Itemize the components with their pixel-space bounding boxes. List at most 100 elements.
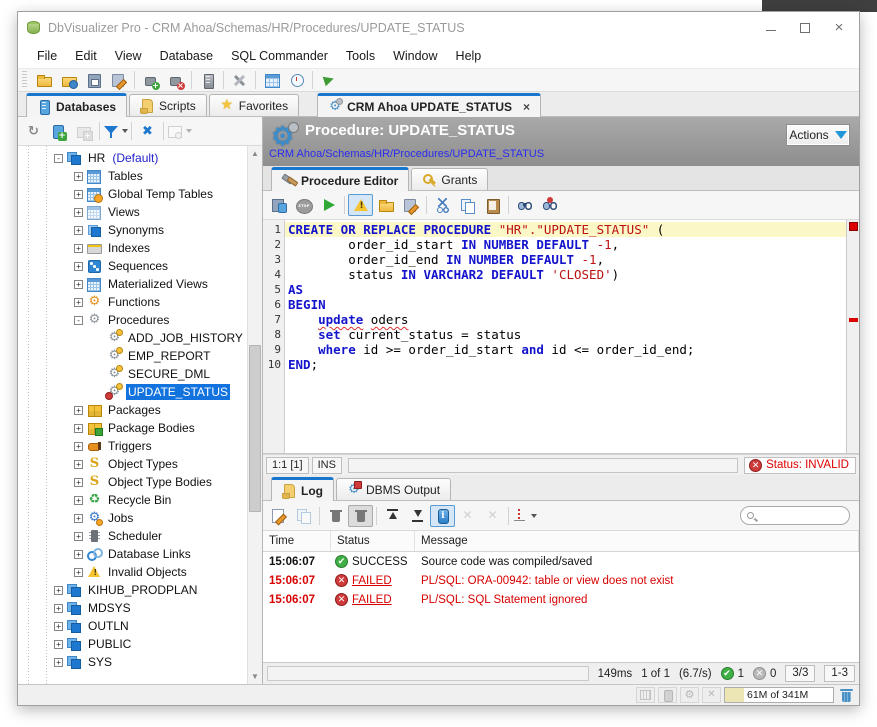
close-tab-icon[interactable]: ×	[523, 100, 530, 114]
code-line-2[interactable]: 2 order_id_start IN NUMBER DEFAULT -1,	[263, 237, 846, 252]
collapse-toggle[interactable]: -	[74, 316, 83, 325]
tree-item-mdsys[interactable]: +MDSYS	[18, 599, 247, 617]
preview-button[interactable]	[167, 120, 192, 142]
grid-blue-button[interactable]	[259, 69, 284, 91]
tree-item-update-status[interactable]: ⚙UPDATE_STATUS	[18, 383, 247, 401]
garbage-collect-icon[interactable]	[840, 688, 854, 703]
folder-gear-button[interactable]	[56, 69, 81, 91]
pointer-button[interactable]	[316, 69, 341, 91]
tree-item-object-types[interactable]: +SObject Types	[18, 455, 247, 473]
scroll-bottom-button[interactable]	[405, 505, 430, 527]
export-button[interactable]	[266, 505, 291, 527]
code-line-6[interactable]: 6 BEGIN	[263, 297, 846, 312]
expand-toggle[interactable]: +	[54, 640, 63, 649]
toolbar-grip[interactable]	[22, 71, 27, 89]
column-time[interactable]: Time	[263, 531, 331, 551]
tree-item-scheduler[interactable]: +Scheduler	[18, 527, 247, 545]
expand-toggle[interactable]: +	[74, 424, 83, 433]
find-button[interactable]	[512, 194, 537, 216]
expand-toggle[interactable]: +	[74, 406, 83, 415]
expand-toggle[interactable]: +	[74, 262, 83, 271]
tools-button[interactable]	[227, 69, 252, 91]
refresh-button[interactable]: ↻	[21, 120, 46, 142]
tree-item-indexes[interactable]: +Indexes	[18, 239, 247, 257]
tab-dbms-output[interactable]: ⚙ DBMS Output	[336, 478, 451, 500]
save-as-button[interactable]	[398, 194, 423, 216]
menu-edit[interactable]: Edit	[66, 46, 106, 66]
expand-toggle[interactable]: +	[54, 604, 63, 613]
maximize-button[interactable]	[799, 22, 811, 34]
tree-item-invalid-objects[interactable]: +Invalid Objects	[18, 563, 247, 581]
expand-toggle[interactable]: +	[74, 550, 83, 559]
tree-item-hr[interactable]: -HR(Default)	[18, 149, 247, 167]
scroll-top-button[interactable]	[380, 505, 405, 527]
tree-item-package-bodies[interactable]: +Package Bodies	[18, 419, 247, 437]
tree-item-public[interactable]: +PUBLIC	[18, 635, 247, 653]
expand-toggle[interactable]: +	[74, 172, 83, 181]
code-line-5[interactable]: 5 AS	[263, 282, 846, 297]
columns-button[interactable]	[512, 505, 537, 527]
folder-open-button[interactable]	[373, 194, 398, 216]
log-row[interactable]: 15:06:07 ✔SUCCESS Source code was compil…	[263, 552, 859, 571]
menu-help[interactable]: Help	[447, 46, 491, 66]
expand-toggle[interactable]: +	[74, 568, 83, 577]
tree-item-functions[interactable]: +⚙Functions	[18, 293, 247, 311]
expand-toggle[interactable]: +	[74, 298, 83, 307]
schedule-button[interactable]	[284, 69, 309, 91]
save-proc-button[interactable]	[266, 194, 291, 216]
tree-item-jobs[interactable]: +⚙Jobs	[18, 509, 247, 527]
column-message[interactable]: Message	[415, 531, 859, 551]
error-marker[interactable]	[849, 318, 858, 322]
collapse-all-button[interactable]: ✖	[135, 120, 160, 142]
expand-toggle[interactable]: +	[54, 658, 63, 667]
fit-collapse-button[interactable]: ✕	[480, 505, 505, 527]
expand-toggle[interactable]: +	[74, 460, 83, 469]
tree-item-kihub-prodplan[interactable]: +KIHUB_PRODPLAN	[18, 581, 247, 599]
close-button[interactable]: ×	[833, 22, 845, 34]
tab-log[interactable]: Log	[271, 477, 334, 501]
minimize-button[interactable]	[765, 22, 777, 34]
warning-button[interactable]	[348, 194, 373, 216]
save-button[interactable]	[81, 69, 106, 91]
tree-item-packages[interactable]: +Packages	[18, 401, 247, 419]
tree-item-object-type-bodies[interactable]: +SObject Type Bodies	[18, 473, 247, 491]
tree-item-procedures[interactable]: -⚙Procedures	[18, 311, 247, 329]
expand-toggle[interactable]: +	[54, 586, 63, 595]
disconnect-button[interactable]	[163, 69, 188, 91]
grid-status-button[interactable]	[636, 687, 655, 703]
log-row[interactable]: 15:06:07 ✕FAILED PL/SQL: ORA-00942: tabl…	[263, 571, 859, 590]
code-line-1[interactable]: 1 CREATE OR REPLACE PROCEDURE "HR"."UPDA…	[263, 222, 846, 237]
database-status-button[interactable]	[658, 687, 677, 703]
tab-object-crm-ahoa-update-status[interactable]: ⚙ CRM Ahoa UPDATE_STATUS ×	[317, 93, 541, 117]
menu-file[interactable]: File	[28, 46, 66, 66]
log-search-input[interactable]	[758, 509, 843, 523]
copy-button[interactable]	[455, 194, 480, 216]
connect-button[interactable]	[138, 69, 163, 91]
tab-grants[interactable]: Grants	[411, 168, 488, 190]
tab-databases[interactable]: Databases	[26, 93, 127, 117]
expand-toggle[interactable]: +	[74, 532, 83, 541]
tree-item-tables[interactable]: +Tables	[18, 167, 247, 185]
expand-toggle[interactable]: +	[74, 190, 83, 199]
scroll-up-icon[interactable]: ▲	[248, 146, 262, 161]
tree-item-sequences[interactable]: +Sequences	[18, 257, 247, 275]
server-button[interactable]	[195, 69, 220, 91]
tree-item-secure-dml[interactable]: ⚙SECURE_DML	[18, 365, 247, 383]
log-search-box[interactable]	[740, 506, 850, 525]
cancel-status-button[interactable]: ✕	[702, 687, 721, 703]
tab-favorites[interactable]: ★ Favorites	[209, 94, 299, 116]
paste-button[interactable]	[480, 194, 505, 216]
sql-editor[interactable]: 1 CREATE OR REPLACE PROCEDURE "HR"."UPDA…	[263, 220, 859, 454]
stop-button[interactable]	[291, 194, 316, 216]
execute-button[interactable]	[316, 194, 341, 216]
add-folder-button[interactable]	[71, 120, 96, 142]
tree-item-emp-report[interactable]: ⚙EMP_REPORT	[18, 347, 247, 365]
menu-window[interactable]: Window	[384, 46, 446, 66]
scroll-down-icon[interactable]: ▼	[248, 669, 262, 684]
expand-toggle[interactable]: +	[74, 496, 83, 505]
expand-toggle[interactable]: +	[74, 280, 83, 289]
expand-toggle[interactable]: +	[74, 442, 83, 451]
find-replace-button[interactable]	[537, 194, 562, 216]
copy-button[interactable]	[291, 505, 316, 527]
tree-item-database-links[interactable]: +Database Links	[18, 545, 247, 563]
